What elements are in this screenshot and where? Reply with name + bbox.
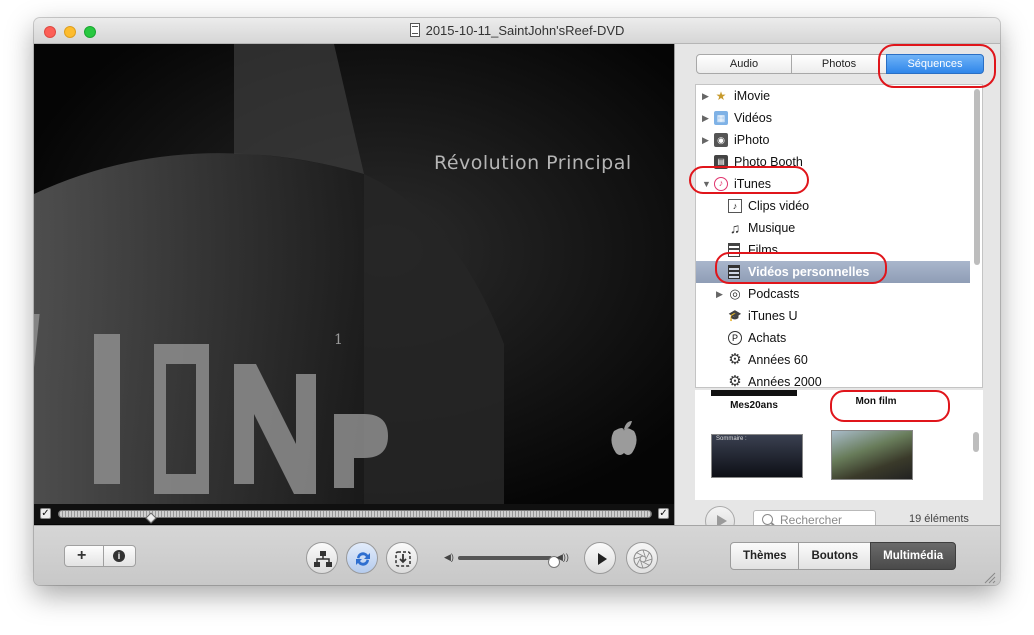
drop-zone-icon [395, 551, 411, 567]
menu-title-text: Révolution Principal [434, 152, 632, 174]
info-icon[interactable]: i [113, 550, 125, 562]
title-bar: 2015-10-11_SaintJohn'sReef-DVD [34, 18, 1000, 44]
volume-high-icon: ◀)) [556, 552, 569, 562]
motion-loop-icon [356, 552, 370, 566]
document-icon [409, 23, 420, 37]
burn-button[interactable] [626, 542, 658, 574]
music-note-icon: ♫ [729, 220, 741, 236]
add-info-button-group: + i [64, 545, 136, 567]
tab-multimedia[interactable]: Multimédia [870, 542, 957, 570]
item-count: 19 éléments [909, 513, 969, 525]
search-icon [762, 514, 773, 525]
add-icon[interactable]: + [77, 547, 86, 565]
music-video-icon: ♪ [728, 199, 742, 213]
movie-browser-scrollbar[interactable] [973, 432, 979, 452]
annotation-circle-sequences [878, 44, 996, 88]
burn-disc-icon [633, 549, 653, 569]
source-label: Vidéos [734, 111, 772, 125]
timeline-playhead[interactable] [145, 512, 157, 524]
map-view-button[interactable] [306, 542, 338, 574]
annotation-circle-itunes [689, 166, 809, 194]
source-label: Années 60 [748, 353, 808, 367]
iphoto-icon: ◉ [714, 133, 728, 147]
tab-photos[interactable]: Photos [791, 54, 887, 74]
tab-themes[interactable]: Thèmes [730, 542, 800, 570]
thumbnail-edge [711, 390, 797, 396]
source-label: iTunes U [748, 309, 798, 323]
source-item-imovie[interactable]: ▶ ★ iMovie [696, 85, 970, 107]
source-label: Années 2000 [748, 375, 822, 388]
source-item-purchases[interactable]: P Achats [696, 327, 970, 349]
movie-title-mes20ans[interactable]: Mes20ans [711, 400, 797, 411]
tab-audio[interactable]: Audio [696, 54, 792, 74]
annotation-circle-home-videos [715, 252, 887, 284]
timeline-track[interactable] [58, 510, 652, 524]
loop-end-checkbox[interactable]: ✓ [658, 508, 669, 519]
divider [103, 546, 104, 566]
loop-start-checkbox[interactable]: ✓ [40, 508, 51, 519]
source-item-music[interactable]: ♫ Musique [696, 217, 970, 239]
menu-preview[interactable]: 1 Révolution Principal [34, 44, 674, 525]
menu-background-art: 1 [34, 44, 674, 504]
annotation-circle-mon-film [830, 390, 950, 422]
disclosure-arrow-icon[interactable]: ▶ [716, 283, 723, 305]
source-list-scrollbar[interactable] [974, 89, 980, 265]
gear-icon: ⚙ [728, 373, 742, 388]
idvd-window: 2015-10-11_SaintJohn'sReef-DVD 1 Révolut… [34, 18, 1000, 585]
map-icon [314, 551, 332, 567]
podcast-icon: ◎ [729, 286, 741, 301]
source-item-annees-2000[interactable]: ⚙ Années 2000 [696, 371, 970, 388]
resize-grip-icon[interactable] [984, 572, 996, 584]
volume-low-icon: ◀) [444, 552, 454, 562]
disclosure-arrow-icon[interactable]: ▶ [702, 107, 709, 129]
source-item-annees-60[interactable]: ⚙ Années 60 [696, 349, 970, 371]
drop-zone-button[interactable] [386, 542, 418, 574]
svg-text:1: 1 [334, 332, 343, 348]
source-label: Musique [748, 221, 796, 235]
source-item-music-videos[interactable]: ♪ Clips vidéo [696, 195, 970, 217]
videos-folder-icon: ▦ [714, 111, 728, 125]
imovie-icon: ★ [715, 89, 727, 103]
gear-icon: ⚙ [728, 351, 742, 368]
source-item-videos[interactable]: ▶ ▦ Vidéos [696, 107, 970, 129]
movie-thumbnail-sommaire[interactable]: Sommaire : [711, 434, 803, 478]
source-label: Achats [748, 331, 787, 345]
disclosure-arrow-icon[interactable]: ▶ [702, 85, 709, 107]
thumbnail-caption: Sommaire : [716, 436, 747, 442]
volume-control: ◀) ◀)) [444, 552, 570, 568]
source-list: ▶ ★ iMovie ▶ ▦ Vidéos ▶ ◉ iPhoto ▤ Photo… [695, 84, 983, 388]
source-item-iphoto[interactable]: ▶ ◉ iPhoto [696, 129, 970, 151]
media-panel: Audio Photos Séquences ▶ ★ iMovie ▶ ▦ Vi… [674, 44, 1000, 536]
source-label: Clips vidéo [748, 199, 810, 213]
source-item-podcasts[interactable]: ▶ ◎ Podcasts [696, 283, 970, 305]
window-title: 2015-10-11_SaintJohn'sReef-DVD [425, 23, 625, 38]
motion-button[interactable] [346, 542, 378, 574]
itunes-u-icon: 🎓 [728, 310, 742, 322]
source-label: iPhoto [734, 133, 770, 147]
bottom-toolbar: + i ◀) ◀)) Thèmes Boutons Multimédia [34, 525, 1000, 585]
mode-selector: Thèmes Boutons Multimédia [730, 542, 957, 570]
source-label: Podcasts [748, 287, 800, 301]
play-icon [598, 553, 607, 565]
window-title-wrap: 2015-10-11_SaintJohn'sReef-DVD [34, 23, 1000, 38]
play-preview-button[interactable] [584, 542, 616, 574]
tab-buttons[interactable]: Boutons [798, 542, 872, 570]
purchases-icon: P [728, 331, 742, 345]
volume-slider[interactable] [458, 556, 560, 568]
source-label: iMovie [734, 89, 771, 103]
movie-thumbnail-bridge[interactable] [831, 430, 913, 480]
source-item-itunes-u[interactable]: 🎓 iTunes U [696, 305, 970, 327]
preview-scrubber: ✓ ✓ [34, 504, 674, 524]
disclosure-arrow-icon[interactable]: ▶ [702, 129, 709, 151]
